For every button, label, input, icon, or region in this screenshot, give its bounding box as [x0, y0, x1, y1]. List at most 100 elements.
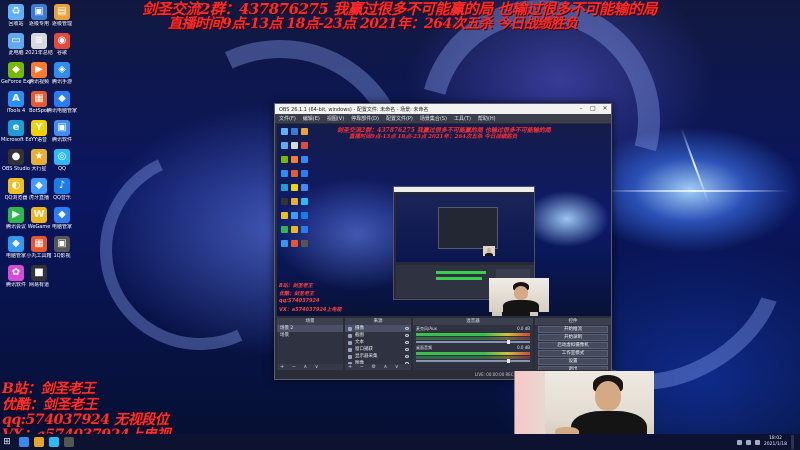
browser-icon[interactable] [49, 437, 59, 447]
source-type-icon [348, 326, 352, 331]
obs-menu-item[interactable]: 文件(F) [279, 115, 296, 122]
mixer-channel-mic: 麦克风/Aux 0.0 dB [413, 325, 533, 344]
app-icon: Y [31, 120, 47, 136]
source-item[interactable]: 窗口捕获 [345, 346, 411, 353]
visibility-eye-icon[interactable] [405, 327, 409, 330]
obs-preview-canvas[interactable]: 剑圣交流2群：437876275 我赢过很多不可能赢的局 也输过很多不可能输的局… [277, 124, 611, 316]
desktop-icon-label: 腾讯手游 [51, 79, 72, 85]
desktop-icon[interactable]: ◎ QQ [50, 149, 74, 172]
preview-app-icon [281, 226, 288, 233]
app-icon: W [31, 207, 47, 223]
obs-control-button[interactable]: 开始录制 [538, 334, 608, 341]
obs-control-button[interactable]: 设置 [538, 358, 608, 365]
obs-taskbar-icon[interactable] [64, 437, 74, 447]
scenes-dock-title: 场景 [277, 318, 343, 325]
app-icon: ≡ [31, 33, 47, 49]
desktop-icon[interactable]: ▣ 腾讯软件 [50, 120, 74, 143]
system-tray: 18:02 2021/1/18 [736, 434, 794, 450]
obs-menu-item[interactable]: 工具(T) [454, 115, 471, 122]
network-icon[interactable] [736, 439, 742, 445]
desktop-icon[interactable]: ■ 网易有道 [27, 265, 51, 288]
source-item-label: 文本 [355, 340, 364, 345]
obs-control-button[interactable]: 退出 [538, 366, 608, 370]
source-type-icon [348, 347, 352, 352]
nested-webcam [483, 246, 495, 256]
source-item[interactable]: 截图 [345, 332, 411, 339]
obs-menu-item[interactable]: 场景集合(S) [420, 115, 447, 122]
source-item[interactable]: 显示器采集 [345, 353, 411, 360]
preview-bilibili-text: B站：剑圣老王 [279, 283, 313, 289]
volume-slider-knob[interactable] [507, 340, 511, 344]
desktop-icon[interactable]: ◆ 电脑管家 [50, 207, 74, 230]
volume-meter [416, 333, 530, 336]
obs-control-button[interactable]: 工作室模式 [538, 350, 608, 357]
volume-slider-knob[interactable] [507, 359, 511, 363]
app-icon: ◉ [54, 33, 70, 49]
maximize-icon[interactable]: □ [587, 104, 599, 114]
search-icon[interactable] [19, 437, 29, 447]
visibility-eye-icon[interactable] [405, 341, 409, 344]
taskbar-clock[interactable]: 18:02 2021/1/18 [764, 436, 787, 448]
desktop-webcam-overlay [489, 278, 549, 312]
close-icon[interactable]: ✕ [599, 104, 611, 114]
app-icon: ▤ [54, 4, 70, 20]
source-item-label: 显示器采集 [355, 354, 378, 359]
desktop-icon[interactable]: ◉ 谷歌 [50, 33, 74, 56]
visibility-eye-icon[interactable] [405, 334, 409, 337]
desktop-icon[interactable]: ◈ 腾讯手游 [50, 62, 74, 85]
source-item[interactable]: 摄像 [345, 325, 411, 332]
desktop-icon[interactable]: ▤ 逐级管理 [50, 4, 74, 27]
source-item[interactable]: 文本 [345, 339, 411, 346]
volume-meter [416, 337, 530, 340]
stream-overlay-schedule: 直播时间9点-13点 18点-23点 2021年：264次五杀 今日战绩胜负 [168, 16, 578, 32]
start-button[interactable]: ⊞ [0, 434, 14, 450]
obs-control-button[interactable]: 启动虚拟摄像机 [538, 342, 608, 349]
sources-dock: 来源 摄像截图文本窗口捕获显示器采集图像 + − ⚙ ∧ ∨ [345, 318, 411, 370]
mixer-channel-name: 麦克风/Aux [416, 326, 437, 331]
app-icon: ▦ [31, 236, 47, 252]
visibility-eye-icon[interactable] [405, 355, 409, 358]
app-icon: ▦ [31, 91, 47, 107]
obs-menu-item[interactable]: 视图(V) [327, 115, 344, 122]
sources-dock-title: 来源 [345, 318, 411, 325]
obs-control-button[interactable]: 开始推流 [538, 326, 608, 333]
preview-app-icon [291, 156, 298, 163]
obs-menu-item[interactable]: 帮助(H) [478, 115, 496, 122]
obs-titlebar[interactable]: OBS 26.1.1 (64-bit, windows) - 配置文件: 未命名… [275, 104, 611, 114]
app-icon: ◆ [54, 207, 70, 223]
visibility-eye-icon[interactable] [405, 348, 409, 351]
volume-icon[interactable] [745, 439, 751, 445]
source-type-icon [348, 340, 352, 345]
scene-item[interactable]: 场景 2 [277, 325, 343, 332]
mixer-channel-level: 0.0 dB [517, 345, 530, 350]
desktop-icon[interactable]: ♪ QQ音乐 [50, 178, 74, 201]
volume-slider[interactable] [416, 340, 530, 344]
desktop-icon[interactable]: ▣ 1Q影视 [50, 236, 74, 259]
obs-menu-item[interactable]: 停靠部件(D) [351, 115, 379, 122]
volume-slider[interactable] [416, 359, 530, 363]
desktop-icon[interactable]: ◆ 腾讯电脑管家 [47, 91, 77, 114]
file-explorer-icon[interactable] [34, 437, 44, 447]
scenes-toolbar[interactable]: + − ∧ ∨ [277, 364, 343, 370]
obs-menu-item[interactable]: 编辑(E) [303, 115, 320, 122]
app-icon: ◆ [31, 178, 47, 194]
minimize-icon[interactable]: – [575, 104, 587, 114]
obs-window[interactable]: OBS 26.1.1 (64-bit, windows) - 配置文件: 未命名… [274, 103, 612, 380]
app-icon: ● [8, 149, 24, 165]
app-icon: ◆ [8, 62, 24, 78]
preview-app-icon [301, 198, 308, 205]
input-method-icon[interactable] [754, 439, 760, 445]
sources-toolbar[interactable]: + − ⚙ ∧ ∨ [345, 364, 411, 370]
app-icon: ▶ [31, 62, 47, 78]
app-icon: ◎ [54, 149, 70, 165]
scene-item-label: 场景 2 [280, 326, 294, 331]
show-desktop-button[interactable] [791, 435, 794, 449]
person [595, 381, 621, 411]
preview-qq-text: qq:574037924 [279, 298, 320, 304]
scene-item[interactable]: 场景 [277, 332, 343, 339]
app-icon: ▣ [54, 120, 70, 136]
obs-menu-item[interactable]: 配置文件(P) [386, 115, 413, 122]
app-icon: ◈ [54, 62, 70, 78]
obs-menubar: 文件(F) 编辑(E) 视图(V) 停靠部件(D) 配置文件(P) 场景集合(S) 工具(T… [275, 114, 611, 123]
preview-app-icon [291, 212, 298, 219]
